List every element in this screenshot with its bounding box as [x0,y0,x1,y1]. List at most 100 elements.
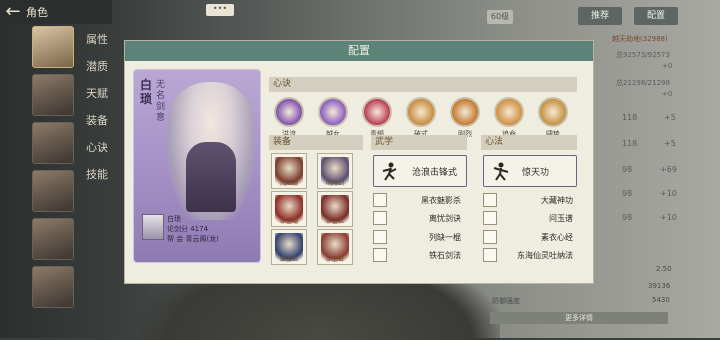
martial-pose-icon [380,160,402,182]
equip-slot-robe[interactable]: 藏蓝衣 [271,229,307,265]
stat-delta: +10 [660,189,677,198]
wuxue-item[interactable]: 铁石剑法 [373,248,465,262]
info-guild: 帮 会 青云阁(龙) [167,235,219,243]
skill-icon [450,97,480,127]
character-name: 白琐 [140,78,153,106]
xinfa-item[interactable]: 素衣心经 [483,230,577,244]
stat-value: 98 [622,165,633,174]
equip-label: 藏蓝衣 [279,256,298,263]
config-dialog: 配置 白琐 无名剑意 白琐 论剑分 4174 帮 会 青云阁(龙) 心诀 洪流 … [124,40,594,284]
xinfa-item[interactable]: 东海仙灵吐纳法 [483,248,577,262]
stat-delta: +5 [664,113,676,122]
stat-delta: +69 [660,165,677,174]
stat-crit: 2.50 [656,265,672,273]
equip-label: 赤卫裤 [325,256,344,263]
page-title: 角色 [26,6,48,19]
wuxue-main-slot[interactable]: 沧浪击锋式 [373,155,467,187]
tab-talent[interactable]: 天赋 [86,84,108,111]
equip-label: 九阳鞭 [279,180,298,187]
character-art [168,82,254,220]
skill-icon [406,97,436,127]
xinfa-main-slot[interactable]: 惊天功 [483,155,577,187]
xinjue-skill[interactable]: 越女 [313,97,353,139]
equip-slot-pants[interactable]: 赤卫裤 [317,229,353,265]
equip-label: 明月剑 [325,180,344,187]
stat-defense: 5430 [652,296,670,304]
portrait-item[interactable] [32,122,74,164]
equip-label: 赤卫帽 [279,218,298,225]
martial-icon [373,230,387,244]
level-badge: 60级 [487,10,513,24]
xinjue-skill[interactable]: 追命 [489,97,529,139]
equip-slot-armor[interactable]: 赤卫衣 [317,191,353,227]
martial-icon [483,248,497,262]
martial-icon [373,193,387,207]
back-arrow-icon[interactable]: ← [0,0,26,24]
xinjue-skill[interactable]: 刚烈 [445,97,485,139]
recommend-button[interactable]: 推荐 [578,7,622,25]
wuxue-main-label: 沧浪击锋式 [412,167,458,178]
portrait-item[interactable] [32,218,74,260]
xinfa-main-label: 惊天功 [522,167,550,178]
tab-xinjue[interactable]: 心诀 [86,138,108,165]
more-options-button[interactable]: ••• [206,4,234,16]
tab-equipment[interactable]: 装备 [86,111,108,138]
section-xinjue: 心诀 [269,77,577,92]
stat-mp-bonus: +0 [662,90,673,98]
tab-skills[interactable]: 技能 [86,165,108,192]
stat-mp: 总21298/21298 [616,79,670,87]
xinfa-label: 问玉谱 [549,213,573,223]
martial-icon [483,211,497,225]
xinjue-skill[interactable]: 洪流 [269,97,309,139]
stat-hp: 总92573/92573 [616,51,670,59]
xinfa-label: 东海仙灵吐纳法 [517,250,573,260]
skill-icon [318,97,348,127]
equip-slot-hat[interactable]: 赤卫帽 [271,191,307,227]
stat-value: 118 [622,113,638,122]
character-epithet: 无名剑意 [156,80,166,123]
wuxue-item[interactable]: 黑衣魅影杀 [373,193,465,207]
stat-value: 98 [622,189,633,198]
stat-delta: +10 [660,213,677,222]
character-tabs: 属性 潜质 天赋 装备 心诀 技能 [86,30,108,192]
martial-icon [483,230,497,244]
skill-icon [274,97,304,127]
stat-delta: +5 [664,139,676,148]
equip-slot-sword[interactable]: 明月剑 [317,153,353,189]
martial-icon [373,248,387,262]
martial-pose-icon [490,160,512,182]
dialog-title: 配置 [125,41,593,61]
martial-icon [373,211,387,225]
character-card: 白琐 无名剑意 白琐 论剑分 4174 帮 会 青云阁(龙) [133,69,261,263]
skill-icon [538,97,568,127]
tab-potential[interactable]: 潜质 [86,57,108,84]
portrait-item[interactable] [32,170,74,212]
info-name: 白琐 [167,215,181,223]
wuxue-label: 离忧剑诀 [429,213,461,223]
wuxue-item[interactable]: 离忧剑诀 [373,211,465,225]
skill-icon [362,97,392,127]
top-bar: ← 角色 [0,0,112,24]
xinfa-item[interactable]: 问玉谱 [483,211,577,225]
wuxue-item[interactable]: 列缺一棍 [373,230,465,244]
info-score: 论剑分 4174 [167,225,209,233]
equip-slot-weapon[interactable]: 九阳鞭 [271,153,307,189]
xinjue-skill[interactable]: 青蝠 [357,97,397,139]
config-button[interactable]: 配置 [634,7,678,25]
portrait-item[interactable] [32,74,74,116]
stat-value: 118 [622,139,638,148]
xinjue-skill[interactable]: 啸势 [533,97,573,139]
section-equip: 装备 [269,135,363,150]
stat-hp-bonus: +0 [662,62,673,70]
stat-defense-label: 防御强度 [492,297,520,305]
portrait-item[interactable] [32,266,74,308]
stat-attack: 39136 [648,282,671,290]
xinfa-item[interactable]: 大藏神功 [483,193,577,207]
portrait-item[interactable] [32,26,74,68]
tab-attributes[interactable]: 属性 [86,30,108,57]
xinjue-skill[interactable]: 破式 [401,97,441,139]
character-portrait-list [32,26,76,314]
more-details-button[interactable]: 更多详情 [490,312,668,324]
xinfa-label: 素衣心经 [541,232,573,242]
stat-realm: 越天劫地(32988) [612,35,668,43]
